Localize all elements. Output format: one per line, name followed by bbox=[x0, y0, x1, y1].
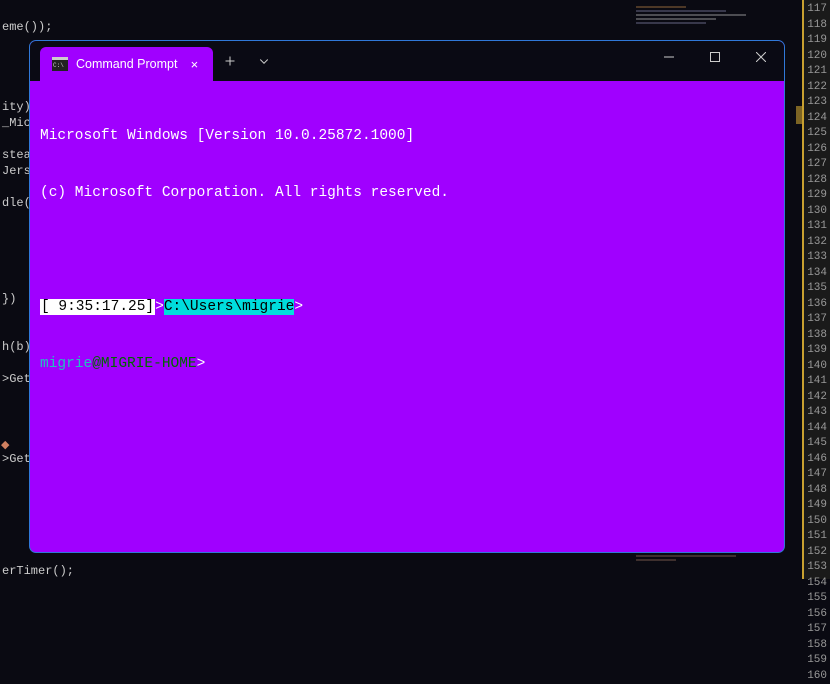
line-number: 137 bbox=[804, 312, 827, 328]
command-prompt-icon bbox=[52, 57, 68, 71]
line-number: 131 bbox=[804, 219, 827, 235]
line-number: 128 bbox=[804, 173, 827, 189]
line-number: 129 bbox=[804, 188, 827, 204]
line-number: 142 bbox=[804, 390, 827, 406]
prompt-gt-2: > bbox=[294, 299, 303, 315]
line-number: 157 bbox=[804, 622, 827, 638]
line-number: 153 bbox=[804, 560, 827, 576]
line-number: 154 bbox=[804, 576, 827, 592]
banner-line-2: (c) Microsoft Corporation. All rights re… bbox=[40, 184, 774, 203]
line-number: 156 bbox=[804, 607, 827, 623]
new-tab-button[interactable] bbox=[213, 44, 247, 78]
prompt-gt-1: > bbox=[155, 299, 164, 315]
line-number: 117 bbox=[804, 2, 827, 18]
line-number: 147 bbox=[804, 467, 827, 483]
prompt-path: C:\Users\migrie bbox=[164, 299, 295, 315]
background-code-line: eme()); bbox=[0, 20, 802, 36]
terminal-body[interactable]: Microsoft Windows [Version 10.0.25872.10… bbox=[30, 81, 784, 552]
line-number: 122 bbox=[804, 80, 827, 96]
line-number: 145 bbox=[804, 436, 827, 452]
line-number: 135 bbox=[804, 281, 827, 297]
titlebar[interactable]: Command Prompt × bbox=[30, 41, 784, 81]
line-number: 158 bbox=[804, 638, 827, 654]
prompt-line-2: migrie@MIGRIE-HOME> bbox=[40, 355, 774, 374]
line-number: 133 bbox=[804, 250, 827, 266]
line-number: 159 bbox=[804, 653, 827, 669]
line-number: 139 bbox=[804, 343, 827, 359]
line-number: 150 bbox=[804, 514, 827, 530]
background-code-line bbox=[0, 4, 802, 20]
prompt-gt-3: > bbox=[197, 356, 206, 372]
window-controls bbox=[646, 41, 784, 81]
line-number: 155 bbox=[804, 591, 827, 607]
line-number: 149 bbox=[804, 498, 827, 514]
line-number: 125 bbox=[804, 126, 827, 142]
prompt-line-1: [ 9:35:17.25]>C:\Users\migrie> bbox=[40, 298, 774, 317]
background-scroll-marker bbox=[796, 106, 803, 124]
prompt-host: MIGRIE-HOME bbox=[101, 356, 197, 372]
line-number: 152 bbox=[804, 545, 827, 561]
tab-dropdown-button[interactable] bbox=[247, 44, 281, 78]
line-number: 134 bbox=[804, 266, 827, 282]
line-number: 146 bbox=[804, 452, 827, 468]
line-number: 123 bbox=[804, 95, 827, 111]
prompt-timestamp: [ 9:35:17.25] bbox=[40, 299, 155, 315]
line-number: 141 bbox=[804, 374, 827, 390]
minimize-button[interactable] bbox=[646, 41, 692, 73]
close-tab-button[interactable]: × bbox=[185, 55, 203, 73]
background-breakpoint-icon: ◆ bbox=[1, 438, 9, 452]
tab-command-prompt[interactable]: Command Prompt × bbox=[40, 47, 213, 81]
line-number: 143 bbox=[804, 405, 827, 421]
prompt-user: migrie bbox=[40, 356, 92, 372]
line-number: 148 bbox=[804, 483, 827, 499]
line-number: 144 bbox=[804, 421, 827, 437]
terminal-window: Command Prompt × Microsoft Windows [Ve bbox=[29, 40, 785, 553]
line-number: 138 bbox=[804, 328, 827, 344]
line-number: 124 bbox=[804, 111, 827, 127]
line-number: 120 bbox=[804, 49, 827, 65]
background-line-numbers: 1171181191201211221231241251261271281291… bbox=[802, 0, 830, 579]
line-number: 151 bbox=[804, 529, 827, 545]
prompt-at: @ bbox=[92, 356, 101, 372]
line-number: 121 bbox=[804, 64, 827, 80]
blank-line bbox=[40, 241, 774, 260]
line-number: 127 bbox=[804, 157, 827, 173]
line-number: 132 bbox=[804, 235, 827, 251]
banner-line-1: Microsoft Windows [Version 10.0.25872.10… bbox=[40, 127, 774, 146]
line-number: 160 bbox=[804, 669, 827, 684]
line-number: 119 bbox=[804, 33, 827, 49]
close-window-button[interactable] bbox=[738, 41, 784, 73]
line-number: 140 bbox=[804, 359, 827, 375]
tab-title: Command Prompt bbox=[76, 57, 177, 71]
line-number: 118 bbox=[804, 18, 827, 34]
maximize-button[interactable] bbox=[692, 41, 738, 73]
titlebar-drag-region[interactable] bbox=[281, 41, 646, 81]
line-number: 126 bbox=[804, 142, 827, 158]
line-number: 130 bbox=[804, 204, 827, 220]
background-code-line: erTimer(); bbox=[0, 564, 802, 580]
line-number: 136 bbox=[804, 297, 827, 313]
